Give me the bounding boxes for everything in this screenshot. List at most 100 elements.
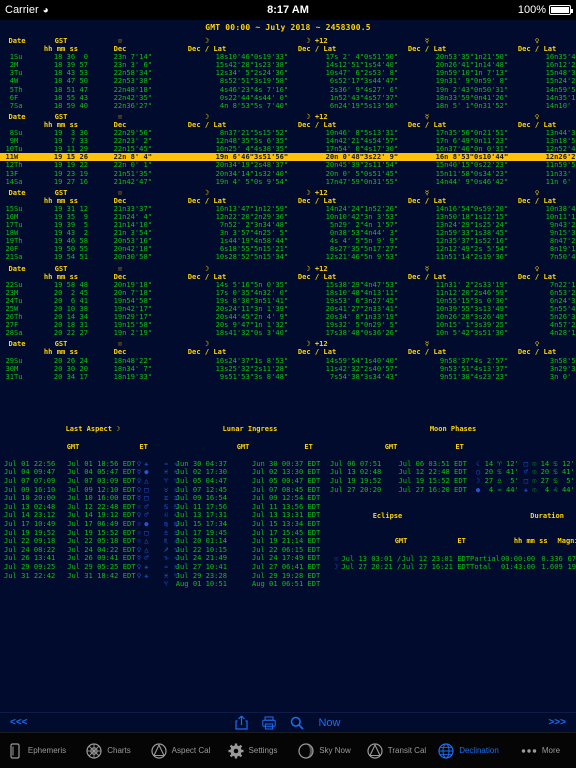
tab-label: Declination: [459, 746, 499, 755]
tab-label: Charts: [107, 746, 131, 755]
search-icon[interactable]: [290, 716, 305, 730]
table-header-row: DateGST☉☽☽ +12☿♀♂♃: [0, 36, 576, 45]
cell-day: 28: [5, 328, 14, 338]
cell-mercury-lat: 3s51'30": [474, 328, 509, 338]
cell-weekday: Sa: [14, 328, 23, 338]
table-row[interactable]: 31 Tu 20 34 17 18n19'33" 9s51'53" 3s 8'48" 7…: [0, 371, 576, 381]
cell-moon12-lat: 0n31'55": [364, 176, 399, 186]
cell-moon-dec: 18s41'32": [215, 328, 254, 338]
cell-day: 7: [9, 100, 14, 110]
moon-phases-rows: Jul 06 07:51 Jul 06 03:51 EDT ☾ 14 ♈ 12' □ ☉ …: [330, 459, 576, 495]
la-aspect-icon: ⚹: [144, 570, 149, 580]
tab-declination[interactable]: Declination: [432, 742, 504, 760]
eclipse-et-label: ET: [457, 537, 466, 546]
eclipse-gmt-label: GMT: [394, 537, 408, 546]
eclipse-hhmmss-label: hh mm ss: [513, 537, 548, 546]
cell-mercury-lat: 4s23'23": [474, 371, 509, 381]
lunar-ingress-panel: Lunar Ingress GMT ET ♒ Jun 30 04:37 Jun 30 …: [164, 425, 336, 589]
more-dots-icon: [520, 742, 538, 760]
table-row[interactable]: 7 Sa 18 59 40 22n36'27" 4n 8'53" 5s 7'40" 6n…: [0, 100, 576, 110]
tab-aspect-cal[interactable]: Aspect Cal: [144, 742, 216, 760]
battery-icon: [549, 5, 573, 15]
last-aspect-gmt-label: GMT: [66, 442, 80, 451]
cell-moon12-lat: 5s13'50": [364, 100, 399, 110]
mp-aspect-icon: ⚹: [523, 484, 529, 494]
moon-phase-row: Jul 27 20:20 Jul 27 16:20 EDT ● 4 ♒ 44' ⚹ ☉ …: [330, 484, 576, 495]
battery-percent: 100%: [517, 4, 546, 16]
cell-gst: 18 59 40: [53, 100, 88, 110]
mp-gmt: Jul 27 20:20: [330, 484, 382, 494]
ephemeris-table[interactable]: DateGST☉☽☽ +12☿♀♂♃hh mm ssDecDec / LatDe…: [0, 36, 576, 381]
tab-charts[interactable]: Charts: [72, 742, 144, 760]
header-date: Date: [8, 263, 26, 273]
page-title: GMT 00:00 ~ July 2018 ~ 2458300.5: [205, 23, 371, 32]
la-et: Jul 31 18:42 EDT: [67, 570, 136, 580]
cell-moon12-lat: 5n 9'53": [364, 252, 399, 262]
table-row[interactable]: 14 Sa 19 27 16 21n42'47" 19n 4' 5" 0s 9'54" 17…: [0, 176, 576, 186]
li-et: Aug 01 06:51 EDT: [251, 579, 321, 589]
li-sign-icon: ♈: [164, 579, 169, 589]
la-gmt: Jul 31 22:42: [4, 570, 56, 580]
cell-moon-dec: 4n 8'53": [215, 100, 254, 110]
cell-day: 31: [5, 371, 14, 381]
header-date: Date: [8, 36, 26, 45]
cell-gst: 20 22 27: [53, 328, 88, 338]
bottom-toolbar: <<< Now >>>: [0, 712, 576, 732]
ec-et: Jul 27 16:21 EDT: [401, 562, 471, 572]
tab-label: Settings: [248, 746, 278, 755]
ec-duration: 01:43:00: [500, 562, 536, 572]
ephemeris-table-host: DateGST☉☽☽ +12☿♀♂♃hh mm ssDecDec / LatDe…: [0, 36, 576, 381]
ec-extra: 19: [567, 562, 576, 572]
cell-moon-dec: 9s51'53": [215, 371, 254, 381]
ios-status-bar: Carrier ◕ 8:17 AM 100%: [0, 0, 576, 20]
cell-day: 14: [5, 176, 14, 186]
lunar-ingress-rows: ♒ Jun 30 04:37 Jun 30 00:37 EDT ♓ Jul 02 17:…: [164, 459, 336, 589]
lunar-ingress-title: Lunar Ingress: [222, 425, 278, 433]
bottom-tab-bar: Ephemeris Charts Aspect Cal Settings Sky Now…: [0, 732, 576, 768]
cell-sun-dec: 19n 2'19": [113, 328, 152, 338]
tab-transit-cal[interactable]: Transit Cal: [360, 742, 432, 760]
tab-label: Sky Now: [319, 746, 351, 755]
cell-weekday: Sa: [14, 252, 23, 262]
table-header-row: DateGST☉☽☽ +12☿♀♂♃: [0, 264, 576, 273]
tab-more[interactable]: More: [504, 742, 576, 760]
cell-sun-dec: 22n36'27": [113, 100, 152, 110]
cell-weekday: Tu: [14, 371, 23, 381]
table-row[interactable]: 28 Sa 20 22 27 19n 2'19" 18s41'32" 0s 3'40" 17…: [0, 329, 576, 337]
table-header-row: DateGST☉☽☽ +12☿♀♂♃: [0, 112, 576, 121]
mp-phase-icon: ●: [475, 484, 481, 494]
cell-moon-lat: 0s 3'40": [254, 328, 289, 338]
tab-ephemeris[interactable]: Ephemeris: [0, 742, 72, 760]
tab-label: More: [541, 746, 561, 755]
share-icon[interactable]: [235, 715, 249, 730]
table-row[interactable]: 21 Sa 19 54 51 20n30'58" 10s28'52" 5n15'34" 12…: [0, 253, 576, 261]
tab-sky-now[interactable]: Sky Now: [288, 742, 360, 760]
ephemeris-page[interactable]: GMT 00:00 ~ July 2018 ~ 2458300.5 Date GS…: [0, 20, 576, 712]
li-gmt: Aug 01 10:51: [175, 579, 227, 589]
aspect-cal-icon: [150, 742, 168, 760]
table-header-row: DateGST☉☽☽ +12☿♀♂♃: [0, 188, 576, 197]
toolbar-center-group: Now: [0, 715, 576, 730]
tab-settings[interactable]: Settings: [216, 742, 288, 760]
cell-moon-dec: 10s28'52": [215, 252, 254, 262]
header-date: Date: [8, 111, 26, 121]
next-month-button[interactable]: >>>: [548, 717, 566, 728]
cell-weekday: Sa: [14, 176, 23, 186]
la-planet-icon: ♀: [136, 570, 142, 580]
ec-gmt: Jul 27 20:21 /: [341, 562, 402, 572]
declination-icon: [437, 742, 455, 760]
last-aspect-et-label: ET: [139, 442, 148, 451]
cell-weekday: Sa: [14, 100, 23, 110]
tab-label: Ephemeris: [27, 746, 67, 755]
settings-gear-icon: [227, 742, 245, 760]
now-button[interactable]: Now: [318, 717, 340, 729]
cell-moon-lat: 5n15'34": [254, 252, 289, 262]
cell-mercury-lat: 0n31'52": [474, 100, 509, 110]
cell-sun-dec: 20n30'58": [113, 252, 152, 262]
cell-moon12-lat: 0s36'26": [364, 328, 399, 338]
ec-type: Total: [470, 562, 492, 572]
ephemeris-icon: [6, 742, 24, 760]
eclipse-duration-label: Duration: [530, 511, 564, 520]
transit-cal-icon: [366, 742, 384, 760]
print-icon[interactable]: [262, 716, 277, 730]
